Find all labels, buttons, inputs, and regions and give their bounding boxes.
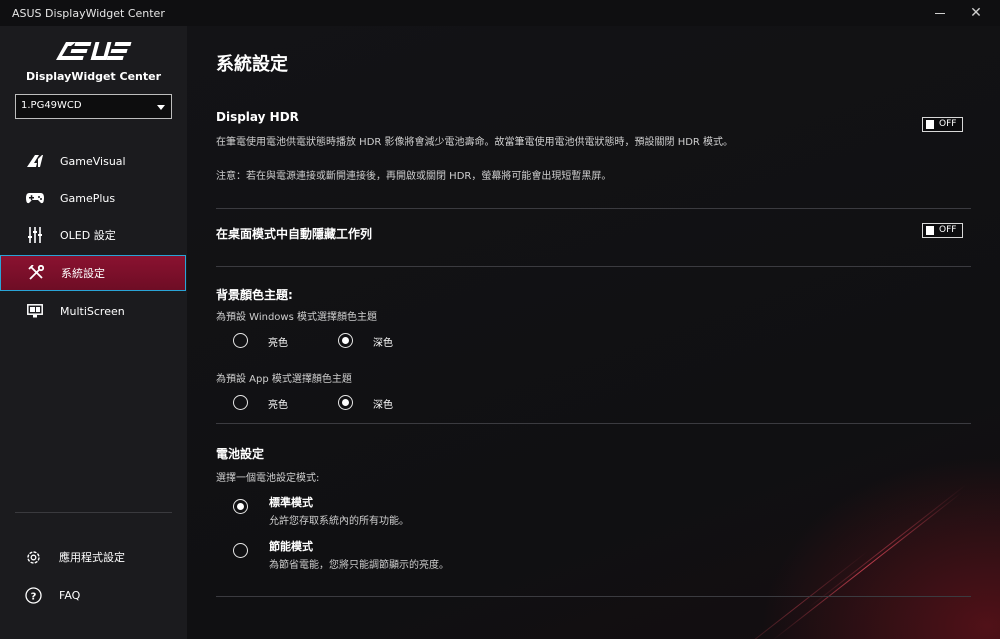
toggle-knob — [926, 120, 934, 129]
autohide-toggle[interactable]: OFF — [922, 223, 963, 238]
question-icon: ? — [24, 586, 42, 604]
main-panel: 系統設定 Display HDR 在筆電使用電池供電狀態時播放 HDR 影像將會… — [187, 26, 1000, 639]
sidebar-item-label: 系統設定 — [61, 267, 105, 280]
sliders-icon — [26, 226, 44, 244]
hdr-toggle[interactable]: OFF — [922, 117, 963, 132]
sidebar-item-label: MultiScreen — [60, 304, 125, 318]
eco-mode-desc: 為節省電能，您將只能調節顯示的亮度。 — [269, 560, 449, 571]
app-settings-item[interactable]: 應用程式設定 — [0, 542, 187, 572]
sidebar-item-label: GameVisual — [60, 154, 126, 168]
logo-subtitle: DisplayWidget Center — [25, 70, 162, 83]
windows-light-label: 亮色 — [268, 338, 288, 349]
faq-item[interactable]: ? FAQ — [0, 580, 187, 610]
hdr-note: 注意：若在與電源連接或斷開連接後，再開啟或關閉 HDR，螢幕將可能會出現短暫黑屏… — [216, 171, 612, 182]
windows-theme-label: 為預設 Windows 模式選擇顏色主題 — [216, 312, 377, 323]
app-dark-radio[interactable] — [338, 395, 353, 410]
title-bar: ASUS DisplayWidget Center ✕ — [0, 0, 1000, 26]
page-title: 系統設定 — [216, 54, 288, 75]
standard-mode-radio[interactable] — [233, 499, 248, 514]
windows-dark-radio[interactable] — [338, 333, 353, 348]
hdr-description: 在筆電使用電池供電狀態時播放 HDR 影像將會減少電池壽命。故當筆電使用電池供電… — [216, 137, 734, 148]
windows-light-radio[interactable] — [233, 333, 248, 348]
theme-title: 背景顏色主題: — [216, 288, 293, 302]
monitor-select[interactable]: 1.PG49WCD — [15, 94, 172, 119]
toggle-state: OFF — [939, 225, 957, 235]
app-title: ASUS DisplayWidget Center — [12, 6, 165, 20]
close-icon: ✕ — [970, 5, 982, 21]
chevron-down-icon — [157, 105, 165, 110]
sidebar-item-label: GamePlus — [60, 191, 116, 205]
eco-mode-title: 節能模式 — [269, 540, 313, 553]
background-streak — [725, 550, 869, 639]
background-streak — [807, 484, 967, 609]
faq-label: FAQ — [59, 588, 81, 602]
monitor-select-value: 1.PG49WCD — [21, 100, 82, 111]
app-settings-label: 應用程式設定 — [59, 551, 125, 564]
hdr-title: Display HDR — [216, 110, 299, 124]
toggle-state: OFF — [939, 119, 957, 129]
logo: DisplayWidget Center — [0, 40, 187, 83]
sidebar-divider — [15, 512, 172, 513]
sidebar-item-gamevisual[interactable]: GameVisual — [0, 143, 187, 179]
gamevisual-icon — [26, 152, 44, 170]
svg-text:?: ? — [30, 591, 36, 602]
section-divider — [216, 208, 971, 209]
section-divider — [216, 423, 971, 424]
asus-logo — [55, 42, 131, 60]
toggle-knob — [926, 226, 934, 235]
sidebar: DisplayWidget Center 1.PG49WCD GameVisua… — [0, 26, 187, 639]
windows-dark-label: 深色 — [373, 338, 393, 349]
app-theme-label: 為預設 App 模式選擇顏色主題 — [216, 374, 352, 385]
battery-subtitle: 選擇一個電池設定模式: — [216, 473, 320, 484]
sidebar-item-label: OLED 設定 — [60, 229, 116, 242]
section-divider — [216, 596, 971, 597]
app-light-label: 亮色 — [268, 400, 288, 411]
sidebar-item-oled-settings[interactable]: OLED 設定 — [0, 217, 187, 253]
multiscreen-icon — [26, 302, 44, 320]
close-button[interactable]: ✕ — [956, 0, 996, 26]
background-streak — [772, 492, 962, 639]
gamepad-icon — [26, 189, 44, 207]
minimize-icon — [935, 12, 945, 14]
battery-title: 電池設定 — [216, 447, 265, 461]
standard-mode-desc: 允許您存取系統內的所有功能。 — [269, 516, 409, 527]
eco-mode-radio[interactable] — [233, 543, 248, 558]
gear-icon — [24, 548, 42, 566]
app-light-radio[interactable] — [233, 395, 248, 410]
autohide-title: 在桌面模式中自動隱藏工作列 — [216, 227, 373, 241]
tools-icon — [27, 264, 45, 282]
minimize-button[interactable] — [920, 0, 960, 26]
sidebar-item-gameplus[interactable]: GamePlus — [0, 180, 187, 216]
section-divider — [216, 266, 971, 267]
standard-mode-title: 標準模式 — [269, 496, 313, 509]
sidebar-item-system-settings[interactable]: 系統設定 — [0, 255, 186, 291]
app-dark-label: 深色 — [373, 400, 393, 411]
sidebar-item-multiscreen[interactable]: MultiScreen — [0, 293, 187, 329]
